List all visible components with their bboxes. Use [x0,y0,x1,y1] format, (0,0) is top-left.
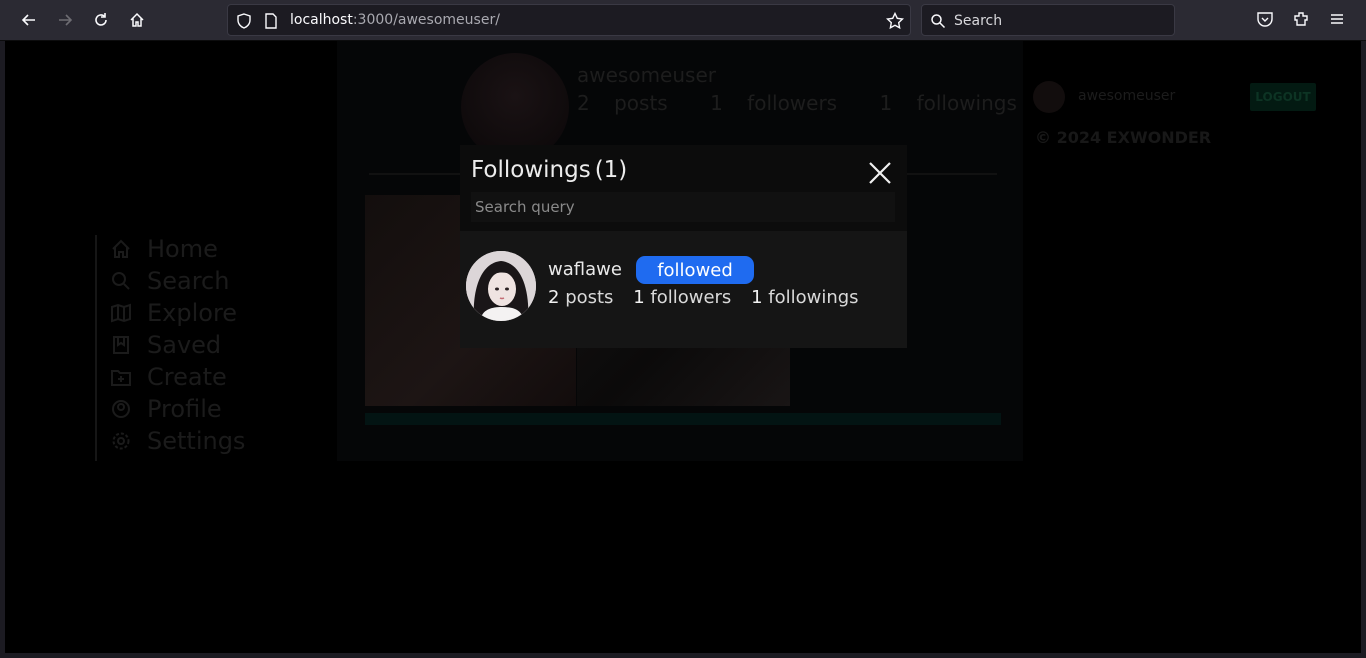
search-query-input[interactable] [471,192,895,222]
sidebar-item-explore[interactable]: Explore [111,299,237,327]
list-item[interactable]: waflawe followed 2 posts 1 followers 1 f… [466,249,896,321]
hamburger-menu-icon[interactable] [1328,10,1346,28]
bookmark-icon [113,336,129,354]
back-button[interactable] [17,8,41,32]
user-followings-count: 1 [751,287,763,308]
sidebar-item-label: Profile [147,395,222,423]
profile-footer-strip [365,413,1001,425]
logout-button[interactable]: LOGOUT [1250,83,1316,111]
user-followers-label: followers [650,287,732,308]
user-followings: 1 followings [751,287,859,308]
sidebar-item-profile[interactable]: Profile [111,395,222,423]
sidebar-item-label: Home [147,235,218,263]
browser-toolbar: localhost:3000/awesomeuser/ Search [0,0,1366,41]
pocket-icon[interactable] [1256,10,1274,28]
home-button[interactable] [125,8,149,32]
profile-followings-label: followings [916,91,1017,115]
modal-title-count: (1) [594,157,628,183]
current-user-avatar[interactable] [1033,81,1065,113]
page-viewport: Home Search Explore Saved Create Profile… [5,41,1361,653]
sidebar-item-label: Explore [147,299,238,327]
shield-icon[interactable] [236,13,252,29]
browser-search-bar[interactable]: Search [921,4,1175,36]
user-name[interactable]: waflawe [548,259,622,280]
copyright-text: © 2024 EXWONDER [1035,128,1212,147]
profile-posts-label: posts [614,91,668,115]
home-icon [130,12,144,27]
url-host: localhost [290,12,353,28]
profile-followings-count: 1 [879,91,893,115]
sidebar-item-search[interactable]: Search [111,267,229,295]
followings-modal: Followings (1) Search query waflawe foll… [460,145,907,348]
reload-button[interactable] [89,8,113,32]
profile-username: awesomeuser [577,63,716,87]
user-stats: 2 posts 1 followers 1 followings [548,287,873,308]
arrow-left-icon [21,14,35,26]
user-followers-count: 1 [633,287,645,308]
current-user-name[interactable]: awesomeuser [1078,88,1175,104]
sidebar-item-settings[interactable]: Settings [111,427,245,455]
close-icon[interactable] [867,160,893,186]
url-text[interactable]: localhost:3000/awesomeuser/ [290,12,500,28]
user-circle-icon [112,400,130,418]
profile-followers-label: followers [747,91,838,115]
user-posts: 2 posts [548,287,613,308]
followed-button[interactable]: followed [636,256,754,284]
sidebar-item-label: Saved [147,331,222,359]
sidebar-item-label: Settings [147,427,246,455]
avatar[interactable] [466,251,536,321]
extensions-icon[interactable] [1292,10,1310,28]
profile-followings[interactable]: 1 followings [879,91,1034,115]
profile-posts[interactable]: 2 posts [577,91,686,115]
url-path: :3000/awesomeuser/ [352,12,500,28]
profile-followers[interactable]: 1 followers [710,91,855,115]
bookmark-star-icon[interactable] [886,12,904,30]
search-icon [931,14,946,29]
page-icon[interactable] [264,13,278,29]
sidebar-item-label: Search [147,267,230,295]
address-bar[interactable]: localhost:3000/awesomeuser/ [227,4,911,36]
modal-user-list: waflawe followed 2 posts 1 followers 1 f… [460,231,907,348]
gear-icon [112,432,130,450]
arrow-right-icon [59,14,73,26]
profile-stats: 2 posts 1 followers 1 followings [577,91,1053,115]
map-icon [111,303,131,323]
sidebar: Home Search Explore Saved Create Profile… [95,235,295,461]
user-posts-label: posts [565,287,614,308]
reload-icon [95,13,107,26]
sidebar-item-home[interactable]: Home [111,235,218,263]
home-icon [112,239,130,258]
modal-title-text: Followings [471,157,591,183]
user-followers: 1 followers [633,287,731,308]
search-icon [112,272,130,290]
profile-posts-count: 2 [577,91,590,115]
browser-search-placeholder: Search [954,13,1003,29]
sidebar-item-create[interactable]: Create [111,363,227,391]
sidebar-item-saved[interactable]: Saved [111,331,221,359]
avatar-photo-icon [466,251,536,321]
modal-title: Followings (1) [471,157,627,183]
forward-button[interactable] [53,8,77,32]
modal-header: Followings (1) [460,145,907,231]
profile-followers-count: 1 [710,91,723,115]
folder-plus-icon [111,370,131,386]
user-posts-count: 2 [548,287,560,308]
user-followings-label: followings [768,287,859,308]
sidebar-item-label: Create [147,363,227,391]
